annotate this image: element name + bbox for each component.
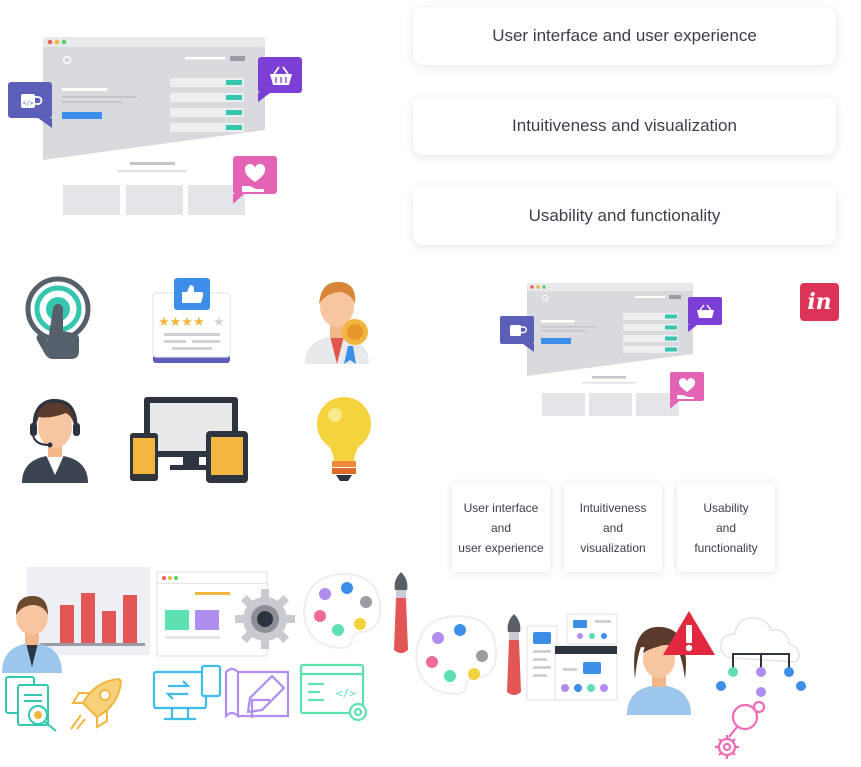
basket-icon — [688, 297, 722, 332]
feature-card-ux: User interface and user experience — [413, 7, 836, 65]
design-tools-icon — [222, 662, 297, 724]
support-agent-icon — [20, 395, 90, 485]
alert-woman-icon — [625, 607, 717, 717]
mini-card-line: Usability — [703, 500, 749, 515]
feature-card-label: Usability and functionality — [528, 206, 721, 225]
cloud-network-icon — [715, 610, 807, 700]
feature-card-label: Intuitiveness and visualization — [512, 116, 737, 135]
mockup-illustration-icon: </> — [0, 30, 310, 220]
code-window-icon: </> — [298, 662, 373, 724]
mini-card-ux: User interface and user experience — [452, 483, 550, 572]
palette-icon — [412, 612, 502, 697]
bar-chart-man-icon — [0, 565, 155, 675]
devices-icon — [128, 395, 253, 487]
transfer-icon — [150, 662, 225, 724]
svg-text:</>: </> — [23, 100, 34, 107]
basket-icon — [258, 57, 302, 102]
palette-icon — [300, 570, 385, 650]
brush-icon — [503, 612, 525, 697]
feature-card-intuitiveness: Intuitiveness and visualization — [413, 97, 836, 155]
feature-card-usability: Usability and functionality — [413, 187, 836, 245]
rocket-icon — [65, 673, 127, 735]
logo-text: in — [807, 289, 832, 315]
search-gear-icon — [713, 697, 773, 761]
brush-icon — [390, 570, 412, 655]
mini-card-line: functionality — [694, 540, 758, 555]
mini-card-usability: Usability and functionality — [677, 483, 775, 572]
documents-icon — [2, 673, 64, 735]
mini-card-line: and — [715, 520, 737, 535]
svg-text:★★★★: ★★★★ — [158, 315, 205, 330]
award-man-icon — [300, 276, 375, 366]
lightbulb-icon — [315, 393, 375, 485]
coffee-code-icon: </> — [8, 82, 52, 128]
mini-card-line: Intuitiveness — [579, 500, 647, 515]
invision-logo: in — [800, 283, 839, 321]
mini-card-line: User interface — [463, 500, 539, 515]
svg-text:</>: </> — [336, 687, 356, 700]
coffee-code-icon — [500, 316, 534, 352]
mini-card-line: and — [602, 520, 624, 535]
mini-card-line: visualization — [580, 540, 646, 555]
feature-card-label: User interface and user experience — [492, 26, 757, 45]
gear-icon — [233, 587, 297, 651]
mockup-illustration-icon — [495, 276, 730, 421]
flowchart-icon — [525, 612, 625, 702]
svg-text:★: ★ — [213, 315, 225, 330]
heart-hand-icon — [670, 372, 704, 409]
mini-card-intuitiveness: Intuitiveness and visualization — [564, 483, 662, 572]
mini-card-line: user experience — [458, 540, 544, 555]
rating-icon: ★★★★ ★ — [150, 275, 235, 365]
mini-card-line: and — [490, 520, 512, 535]
touch-icon — [25, 275, 95, 365]
heart-hand-icon — [233, 156, 277, 204]
